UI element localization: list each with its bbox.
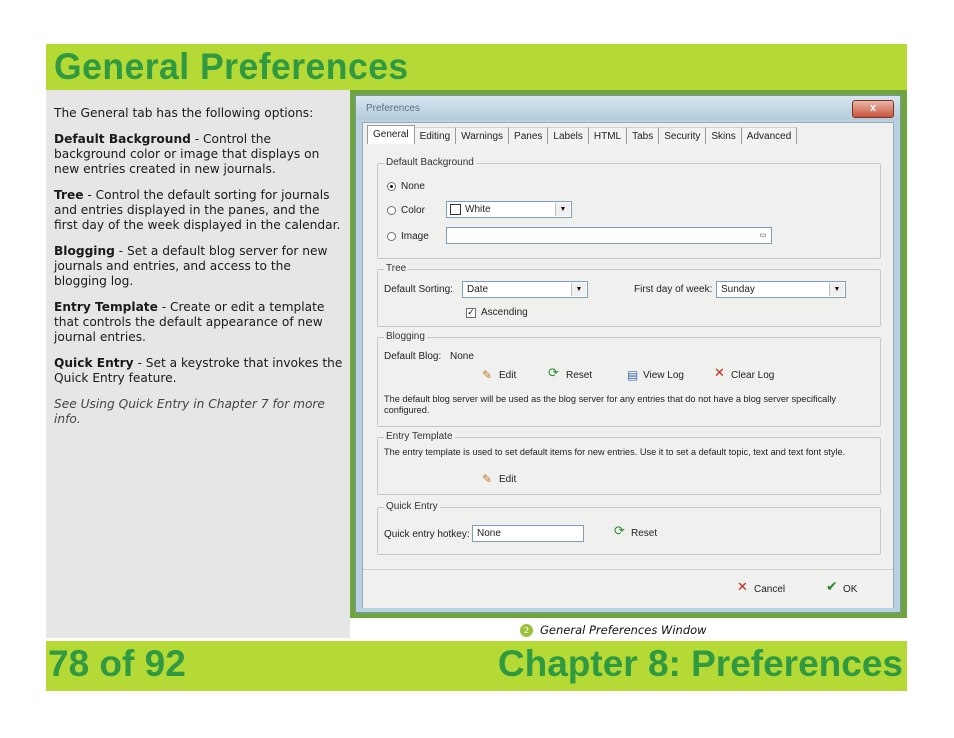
term-label: Blogging [54,244,115,258]
check-icon: ✔ [826,579,838,595]
figure-caption: 2 General Preferences Window [520,623,707,637]
clear-log-button[interactable]: Clear Log [731,370,774,381]
first-day-label: First day of week: [634,284,713,295]
term-label: Default Background [54,132,191,146]
first-day-value: Sunday [721,284,755,295]
hotkey-input[interactable]: None [472,525,584,542]
radio-image[interactable] [387,232,396,241]
reset-icon: ⟳ [614,524,625,539]
radio-color[interactable] [387,206,396,215]
cancel-button[interactable]: Cancel [754,584,785,595]
log-icon: ▤ [627,368,639,382]
description-text: The General tab has the following option… [54,106,344,438]
view-log-button[interactable]: View Log [643,370,684,381]
group-tree: Tree Default Sorting: Date ▼ First day o… [377,263,881,327]
dialog-button-bar: ✕ Cancel ✔ OK [363,569,893,608]
default-blog-value: None [450,351,474,362]
group-label: Tree [384,263,409,274]
first-day-select[interactable]: Sunday ▼ [716,281,846,298]
default-sorting-select[interactable]: Date ▼ [462,281,588,298]
group-quick-entry: Quick Entry Quick entry hotkey: None ⟳ R… [377,501,881,555]
blog-reset-button[interactable]: Reset [566,370,592,381]
entry-template-description: The entry template is used to set defaul… [384,447,846,457]
hotkey-reset-button[interactable]: Reset [631,528,657,539]
ascending-checkbox[interactable]: ✓ [466,308,476,318]
preferences-window: Preferences x General Editing Warnings P… [355,95,901,613]
dialog-client: General Editing Warnings Panes Labels HT… [362,122,894,608]
edit-icon: ✎ [482,472,493,486]
term-label: Quick Entry [54,356,134,370]
close-button[interactable]: x [852,100,894,118]
description-panel: The General tab has the following option… [46,90,350,638]
default-blog-label: Default Blog: [384,351,442,362]
window-title: Preferences [366,103,420,114]
page-title: General Preferences [54,46,409,87]
group-blogging: Blogging Default Blog: None ✎ Edit ⟳ Res… [377,331,881,427]
caption-text: General Preferences Window [540,623,707,637]
tab-skins[interactable]: Skins [706,127,742,144]
radio-none-label: None [401,181,425,192]
default-sorting-value: Date [467,284,489,295]
header-bar: General Preferences [46,44,907,90]
tab-editing[interactable]: Editing [414,127,457,144]
ascending-label: Ascending [481,307,528,318]
desc-blogging: Blogging - Set a default blog server for… [54,244,344,289]
color-value: White [465,204,491,215]
term-label: Entry Template [54,300,158,314]
edit-icon: ✎ [482,368,493,382]
tab-warnings[interactable]: Warnings [456,127,510,144]
note-text: See Using Quick Entry in Chapter 7 for m… [54,397,344,427]
footer-bar: 78 of 92 Chapter 8: Preferences [46,641,907,691]
color-swatch [450,204,461,215]
desc-default-background: Default Background - Control the backgro… [54,132,344,177]
tab-html[interactable]: HTML [588,127,628,144]
tab-security[interactable]: Security [659,127,707,144]
radio-none[interactable] [387,182,396,191]
chevron-down-icon[interactable]: ▼ [555,203,570,216]
chapter-title: Chapter 8: Preferences [497,643,903,684]
group-label: Default Background [384,157,476,168]
page-number: 78 of 92 [48,643,186,684]
reset-icon: ⟳ [548,366,559,381]
color-select[interactable]: White ▼ [446,201,572,218]
cancel-icon: ✕ [737,580,748,595]
chevron-down-icon[interactable]: ▼ [829,283,844,296]
desc-entry-template: Entry Template - Create or edit a templa… [54,300,344,345]
group-default-background: Default Background None Color White ▼ Im… [377,157,881,259]
blogging-description: The default blog server will be used as … [384,394,836,415]
term-desc: - Control the default sorting for journa… [54,188,341,232]
image-path-input[interactable]: ▭ [446,227,772,244]
tab-strip: General Editing Warnings Panes Labels HT… [367,125,798,145]
group-entry-template: Entry Template The entry template is use… [377,431,881,495]
group-label: Blogging [384,331,427,342]
hotkey-value: None [477,528,501,539]
template-edit-button[interactable]: Edit [499,474,516,485]
intro-text: The General tab has the following option… [54,106,314,120]
group-label: Quick Entry [384,501,440,512]
tab-labels[interactable]: Labels [548,127,589,144]
tab-advanced[interactable]: Advanced [741,127,798,144]
browse-icon[interactable]: ▭ [756,229,770,242]
title-bar[interactable]: Preferences x [356,96,900,120]
ok-button[interactable]: OK [843,584,857,595]
tab-general[interactable]: General [367,125,415,144]
default-sorting-label: Default Sorting: [384,284,453,295]
blog-edit-button[interactable]: Edit [499,370,516,381]
radio-image-label: Image [401,231,429,242]
desc-tree: Tree - Control the default sorting for j… [54,188,344,233]
desc-quick-entry: Quick Entry - Set a keystroke that invok… [54,356,344,386]
term-label: Tree [54,188,84,202]
radio-color-label: Color [401,205,425,216]
group-label: Entry Template [384,431,455,442]
caption-number: 2 [520,624,533,637]
hotkey-label: Quick entry hotkey: [384,529,470,540]
chevron-down-icon[interactable]: ▼ [571,283,586,296]
note-italic: See Using Quick Entry in Chapter 7 for m… [54,397,325,426]
clear-icon: ✕ [714,366,725,381]
tab-tabs[interactable]: Tabs [627,127,660,144]
tab-panes[interactable]: Panes [509,127,549,144]
